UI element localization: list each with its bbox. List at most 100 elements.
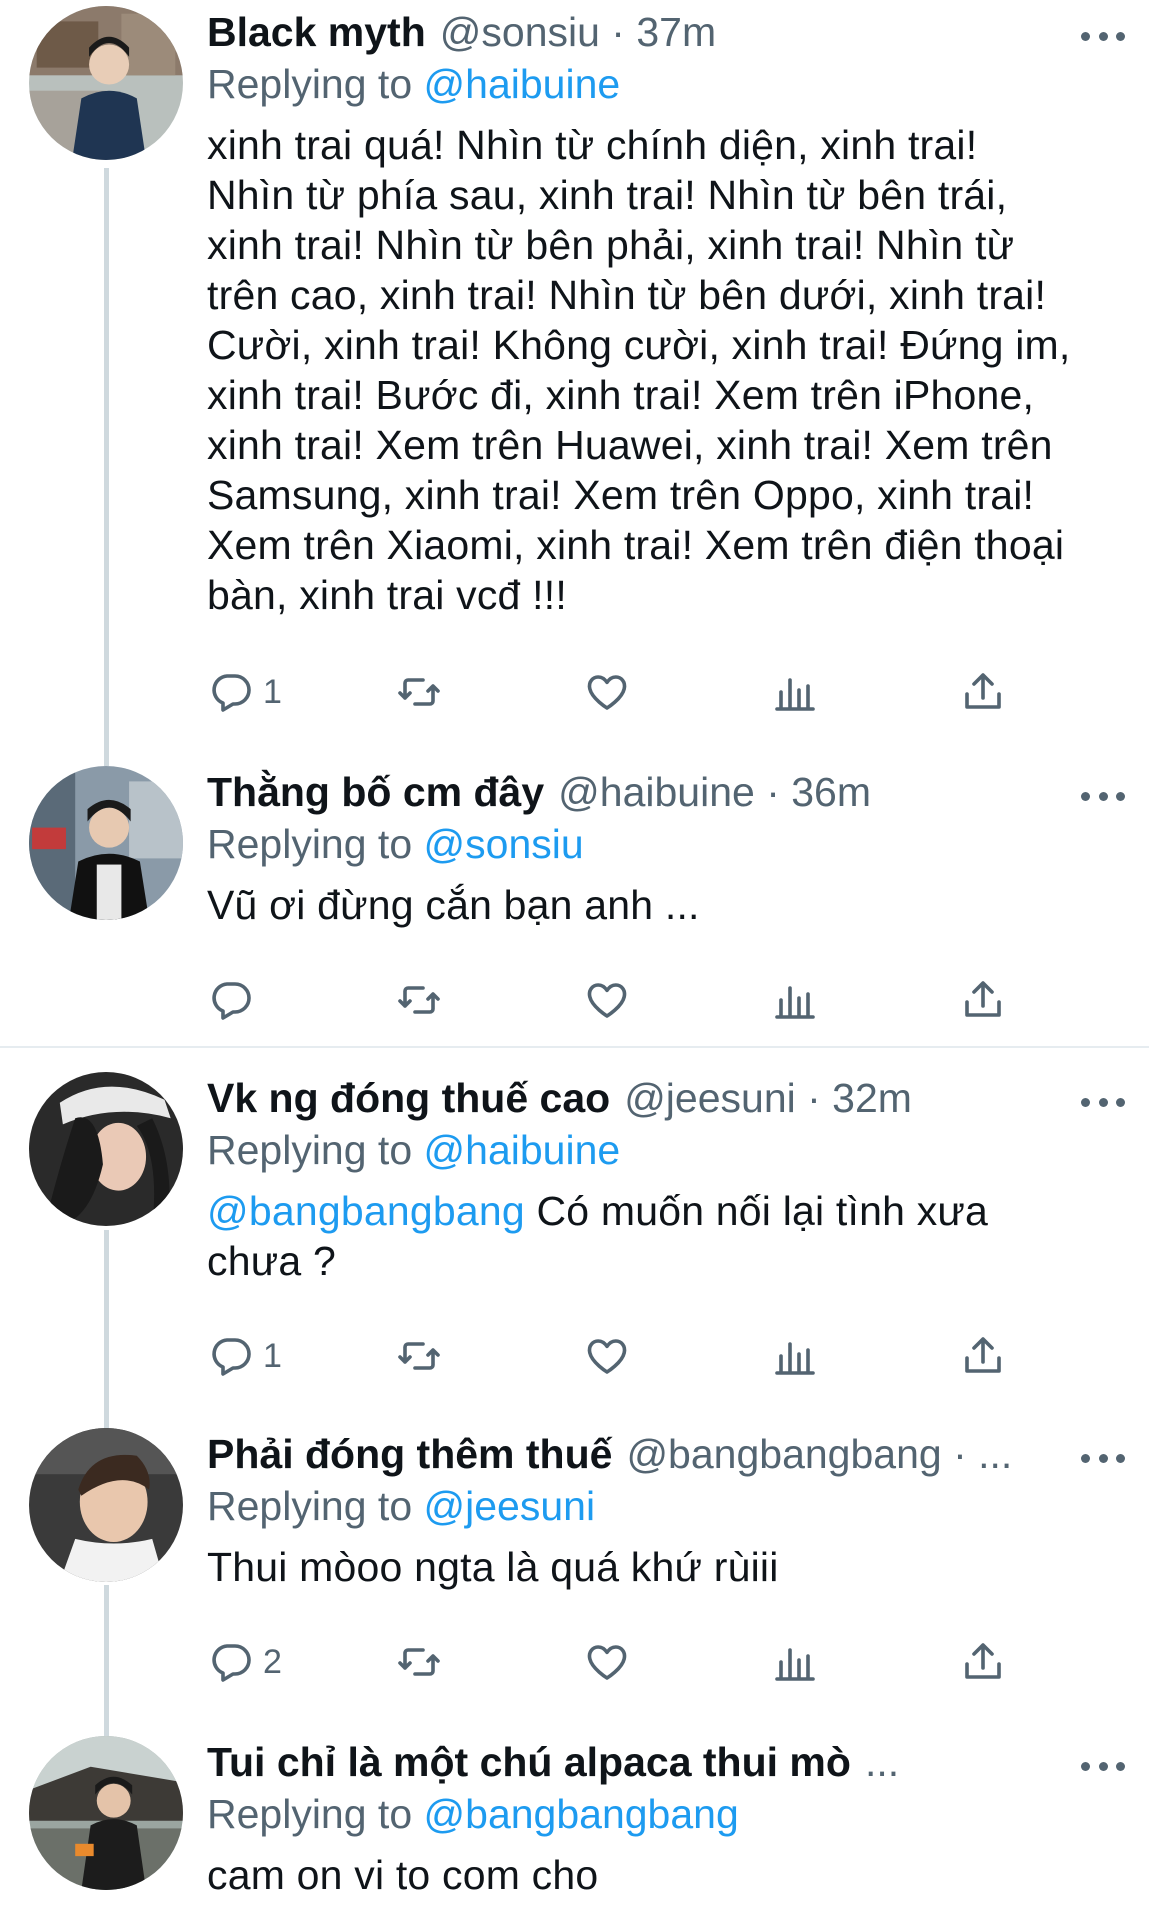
avatar[interactable] xyxy=(29,766,183,920)
tweet[interactable]: Vk ng đóng thuế cao @jeesuni · 32m Reply… xyxy=(0,1066,1149,1406)
avatar[interactable] xyxy=(29,1428,183,1582)
display-name[interactable]: Phải đóng thêm thuế xyxy=(207,1428,612,1480)
tweet[interactable]: Thằng bố cm đây @haibuine · 36m Replying… xyxy=(0,760,1149,1040)
share-button[interactable] xyxy=(959,1632,1007,1692)
replying-label: Replying to xyxy=(207,1791,424,1837)
like-button[interactable] xyxy=(583,1632,631,1692)
tweet-header: Vk ng đóng thuế cao @jeesuni · 32m xyxy=(207,1072,1109,1124)
tweet-body: cam on vi to com cho xyxy=(207,1852,599,1898)
reply-button[interactable]: 1 xyxy=(207,1326,282,1386)
tweet-actions: 1 xyxy=(207,662,1027,722)
share-button[interactable] xyxy=(959,970,1007,1030)
display-name[interactable]: Vk ng đóng thuế cao xyxy=(207,1072,610,1124)
replying-label: Replying to xyxy=(207,1127,424,1173)
tweet-text: @bangbangbang Có muốn nối lại tình xưa c… xyxy=(207,1186,1109,1286)
tweet-actions: 2 xyxy=(207,1632,1027,1692)
retweet-icon xyxy=(398,986,440,1014)
avatar-photo-icon xyxy=(29,1072,183,1226)
replying-mention-link[interactable]: @jeesuni xyxy=(424,1483,596,1529)
analytics-icon xyxy=(775,986,815,1019)
handle-and-time[interactable]: ... xyxy=(865,1736,899,1788)
tweet-body: Thui mòoo ngta là quá khứ rùiii xyxy=(207,1544,779,1590)
reply-button[interactable]: 1 xyxy=(207,662,282,722)
analytics-icon xyxy=(775,678,815,711)
handle-and-time[interactable]: @bangbangbang · ... xyxy=(626,1428,1012,1480)
reply-icon xyxy=(212,674,251,712)
handle-and-time[interactable]: @sonsiu · 37m xyxy=(440,6,716,58)
tweet-text: Thui mòoo ngta là quá khứ rùiii xyxy=(207,1542,1109,1592)
replying-mention-link[interactable]: @bangbangbang xyxy=(424,1791,739,1837)
analytics-icon xyxy=(775,1648,815,1681)
replying-label: Replying to xyxy=(207,1483,424,1529)
avatar-photo-icon xyxy=(29,766,183,920)
replying-to: Replying to @bangbangbang xyxy=(207,1788,1109,1840)
reply-icon xyxy=(212,1644,251,1682)
retweet-icon xyxy=(398,1648,440,1676)
analytics-button[interactable] xyxy=(771,970,819,1030)
retweet-button[interactable] xyxy=(395,1326,443,1386)
share-icon xyxy=(965,1643,1001,1679)
tweet-actions xyxy=(207,970,1027,1030)
tweet[interactable]: Phải đóng thêm thuế @bangbangbang · ... … xyxy=(0,1422,1149,1722)
body-mention-link[interactable]: @bangbangbang xyxy=(207,1188,525,1234)
replying-label: Replying to xyxy=(207,821,424,867)
more-icon[interactable] xyxy=(1081,26,1125,46)
avatar[interactable] xyxy=(29,6,183,160)
tweet-text: Vũ ơi đừng cắn bạn anh ... xyxy=(207,880,1109,930)
tweet[interactable]: Black myth @sonsiu · 37m Replying to @ha… xyxy=(0,0,1149,750)
handle-and-time[interactable]: @jeesuni · 32m xyxy=(624,1072,912,1124)
avatar-photo-icon xyxy=(29,1428,183,1582)
display-name[interactable]: Black myth xyxy=(207,6,426,58)
reply-button[interactable] xyxy=(207,970,263,1030)
replying-to: Replying to @sonsiu xyxy=(207,818,1109,870)
tweet-actions: 1 xyxy=(207,1326,1027,1386)
retweet-button[interactable] xyxy=(395,662,443,722)
share-button[interactable] xyxy=(959,1326,1007,1386)
tweet-body: Vũ ơi đừng cắn bạn anh ... xyxy=(207,882,700,928)
more-icon[interactable] xyxy=(1081,1092,1125,1112)
tweet-text: cam on vi to com cho xyxy=(207,1850,1109,1900)
reply-icon xyxy=(212,1338,251,1376)
tweet-header: Black myth @sonsiu · 37m xyxy=(207,6,1109,58)
avatar-photo-icon xyxy=(29,1736,183,1890)
replying-mention-link[interactable]: @haibuine xyxy=(424,1127,621,1173)
like-button[interactable] xyxy=(583,662,631,722)
replying-to: Replying to @haibuine xyxy=(207,58,1109,110)
tweet[interactable]: Tui chỉ là một chú alpaca thui mò ... Re… xyxy=(0,1730,1149,1920)
reply-button[interactable]: 2 xyxy=(207,1632,282,1692)
like-icon xyxy=(587,675,627,710)
avatar[interactable] xyxy=(29,1072,183,1226)
replying-mention-link[interactable]: @sonsiu xyxy=(424,821,584,867)
tweet-text: xinh trai quá! Nhìn từ chính diện, xinh … xyxy=(207,120,1109,620)
tweet-body: xinh trai quá! Nhìn từ chính diện, xinh … xyxy=(207,122,1071,618)
like-icon xyxy=(587,1645,627,1680)
reply-count: 1 xyxy=(263,1336,282,1375)
analytics-button[interactable] xyxy=(771,662,819,722)
share-button[interactable] xyxy=(959,662,1007,722)
retweet-button[interactable] xyxy=(395,970,443,1030)
more-icon[interactable] xyxy=(1081,1448,1125,1468)
handle-and-time[interactable]: @haibuine · 36m xyxy=(558,766,871,818)
like-button[interactable] xyxy=(583,1326,631,1386)
replying-to: Replying to @haibuine xyxy=(207,1124,1109,1176)
reply-count: 1 xyxy=(263,672,282,711)
replying-mention-link[interactable]: @haibuine xyxy=(424,61,621,107)
more-icon[interactable] xyxy=(1081,1756,1125,1776)
like-icon xyxy=(587,1339,627,1374)
display-name[interactable]: Tui chỉ là một chú alpaca thui mò xyxy=(207,1736,851,1788)
analytics-button[interactable] xyxy=(771,1632,819,1692)
like-button[interactable] xyxy=(583,970,631,1030)
like-icon xyxy=(587,983,627,1018)
tweet-header: Tui chỉ là một chú alpaca thui mò ... xyxy=(207,1736,1109,1788)
reply-count: 2 xyxy=(263,1642,282,1681)
conversation-divider xyxy=(0,1046,1149,1048)
share-icon xyxy=(965,981,1001,1017)
avatar[interactable] xyxy=(29,1736,183,1890)
replying-label: Replying to xyxy=(207,61,424,107)
display-name[interactable]: Thằng bố cm đây xyxy=(207,766,544,818)
retweet-button[interactable] xyxy=(395,1632,443,1692)
replying-to: Replying to @jeesuni xyxy=(207,1480,1109,1532)
analytics-button[interactable] xyxy=(771,1326,819,1386)
more-icon[interactable] xyxy=(1081,786,1125,806)
reply-thread-feed: Black myth @sonsiu · 37m Replying to @ha… xyxy=(0,0,1149,1920)
